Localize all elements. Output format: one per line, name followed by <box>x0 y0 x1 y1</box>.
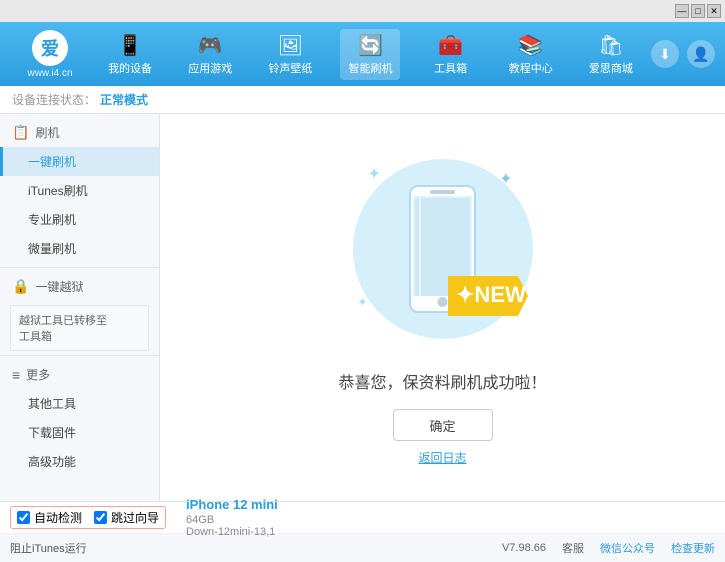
footer-bottom: 阻止iTunes运行 V7.98.66 客服 微信公众号 检查更新 <box>0 534 725 562</box>
jailbreak-warning: 越狱工具已转移至工具箱 <box>10 305 149 351</box>
sidebar-item-one-click-flash[interactable]: 一键刷机 <box>0 147 159 176</box>
micro-flash-label: 微量刷机 <box>28 242 76 256</box>
confirm-button[interactable]: 确定 <box>393 409 493 441</box>
nav-tutorials-label: 教程中心 <box>509 60 553 76</box>
sparkle-1: ✦ <box>368 164 381 184</box>
logo-url: www.i4.cn <box>27 68 72 79</box>
nav-shop-label: 爱思商城 <box>589 60 633 76</box>
status-bar: 设备连接状态： 正常模式 <box>0 86 725 114</box>
sidebar-section-flash[interactable]: 📋 刷机 <box>0 118 159 147</box>
nav-wallpaper[interactable]: 🖼 铃声壁纸 <box>260 29 320 80</box>
sidebar-divider-1 <box>0 267 159 268</box>
nav-wallpaper-label: 铃声壁纸 <box>268 60 312 76</box>
nav-tools[interactable]: 🧰 工具箱 <box>421 29 481 80</box>
other-tools-label: 其他工具 <box>28 397 76 411</box>
apps-games-icon: 🎮 <box>198 33 223 58</box>
nav-my-device-label: 我的设备 <box>108 60 152 76</box>
checkbox-group: 自动检测 跳过向导 <box>10 506 166 529</box>
logo-icon: 爱 <box>32 30 68 66</box>
device-name: iPhone 12 mini <box>186 497 278 512</box>
nav-apps-games[interactable]: 🎮 应用游戏 <box>180 29 240 80</box>
device-system: Down-12mini-13,1 <box>186 526 278 538</box>
sidebar: 📋 刷机 一键刷机 iTunes刷机 专业刷机 微量刷机 🔒 一键越狱 越狱工具… <box>0 114 160 501</box>
warning-text: 越狱工具已转移至工具箱 <box>19 315 107 343</box>
sparkle-2: ✦ <box>499 169 512 189</box>
check-update-link[interactable]: 检查更新 <box>671 540 715 556</box>
skip-wizard-label: 跳过向导 <box>111 509 159 526</box>
footer-top: 自动检测 跳过向导 iPhone 12 mini 64GB Down-12min… <box>0 502 725 534</box>
device-storage: 64GB <box>186 514 278 526</box>
nav-tools-label: 工具箱 <box>434 60 467 76</box>
nav-smart-flash[interactable]: 🔄 智能刷机 <box>340 29 400 80</box>
return-link[interactable]: 返回日志 <box>418 449 466 466</box>
window-controls[interactable]: — □ ✕ <box>675 4 721 18</box>
auto-connect-label: 自动检测 <box>34 509 82 526</box>
more-label: 更多 <box>26 366 50 383</box>
tutorials-icon: 📚 <box>518 33 543 58</box>
pro-flash-label: 专业刷机 <box>28 213 76 227</box>
nav-my-device[interactable]: 📱 我的设备 <box>100 29 160 80</box>
wechat-link[interactable]: 微信公众号 <box>600 540 655 556</box>
my-device-icon: 📱 <box>118 33 143 58</box>
skip-wizard-input[interactable] <box>94 511 107 524</box>
customer-service-link[interactable]: 客服 <box>562 540 584 556</box>
phone-illustration: ✦NEW✦ ✦ ✦ ✦ <box>343 149 543 349</box>
one-click-flash-label: 一键刷机 <box>28 155 76 169</box>
nav-tutorials[interactable]: 📚 教程中心 <box>501 29 561 80</box>
download-firmware-label: 下载固件 <box>28 426 76 440</box>
sidebar-divider-2 <box>0 355 159 356</box>
new-badge: ✦NEW✦ <box>448 266 538 329</box>
sidebar-section-jailbreak[interactable]: 🔒 一键越狱 <box>0 272 159 301</box>
header-actions: ⬇ 👤 <box>651 40 715 68</box>
header: 爱 www.i4.cn 📱 我的设备 🎮 应用游戏 🖼 铃声壁纸 🔄 智能刷机 … <box>0 22 725 86</box>
sidebar-item-other-tools[interactable]: 其他工具 <box>0 389 159 418</box>
svg-text:✦NEW✦: ✦NEW✦ <box>456 282 538 307</box>
success-message: 恭喜您，保资料刷机成功啦！ <box>338 369 546 393</box>
version-text: V7.98.66 <box>502 542 546 554</box>
nav-smart-flash-label: 智能刷机 <box>348 60 392 76</box>
maximize-button[interactable]: □ <box>691 4 705 18</box>
jailbreak-label: 一键越狱 <box>35 278 83 295</box>
title-bar: — □ ✕ <box>0 0 725 22</box>
nav-shop[interactable]: 🛍 爱思商城 <box>581 29 641 80</box>
skip-wizard-checkbox[interactable]: 跳过向导 <box>94 509 159 526</box>
smart-flash-icon: 🔄 <box>358 33 383 58</box>
nav-bar: 📱 我的设备 🎮 应用游戏 🖼 铃声壁纸 🔄 智能刷机 🧰 工具箱 📚 教程中心… <box>90 29 651 80</box>
sidebar-item-advanced[interactable]: 高级功能 <box>0 447 159 476</box>
content-area: ✦NEW✦ ✦ ✦ ✦ 恭喜您，保资料刷机成功啦！ 确定 返回日志 <box>160 114 725 501</box>
flash-section-icon: 📋 <box>12 124 29 141</box>
auto-connect-input[interactable] <box>17 511 30 524</box>
more-icon: ≡ <box>12 367 20 383</box>
jailbreak-icon: 🔒 <box>12 278 29 295</box>
sidebar-item-pro-flash[interactable]: 专业刷机 <box>0 205 159 234</box>
wallpaper-icon: 🖼 <box>278 33 303 58</box>
logo[interactable]: 爱 www.i4.cn <box>10 30 90 79</box>
download-button[interactable]: ⬇ <box>651 40 679 68</box>
status-label: 设备连接状态： <box>12 91 96 108</box>
advanced-label: 高级功能 <box>28 455 76 469</box>
tools-icon: 🧰 <box>438 33 463 58</box>
sidebar-item-download-firmware[interactable]: 下载固件 <box>0 418 159 447</box>
sidebar-section-more[interactable]: ≡ 更多 <box>0 360 159 389</box>
itunes-flash-label: iTunes刷机 <box>28 184 88 198</box>
nav-apps-games-label: 应用游戏 <box>188 60 232 76</box>
sidebar-item-micro-flash[interactable]: 微量刷机 <box>0 234 159 263</box>
auto-connect-checkbox[interactable]: 自动检测 <box>17 509 82 526</box>
full-footer: 自动检测 跳过向导 iPhone 12 mini 64GB Down-12min… <box>0 501 725 561</box>
main-layout: 📋 刷机 一键刷机 iTunes刷机 专业刷机 微量刷机 🔒 一键越狱 越狱工具… <box>0 114 725 501</box>
close-button[interactable]: ✕ <box>707 4 721 18</box>
sidebar-item-itunes-flash[interactable]: iTunes刷机 <box>0 176 159 205</box>
minimize-button[interactable]: — <box>675 4 689 18</box>
status-value: 正常模式 <box>100 91 148 108</box>
device-info: iPhone 12 mini 64GB Down-12mini-13,1 <box>186 497 278 538</box>
itunes-toggle[interactable]: 阻止iTunes运行 <box>10 540 87 556</box>
shop-icon: 🛍 <box>598 33 623 58</box>
user-button[interactable]: 👤 <box>687 40 715 68</box>
flash-section-label: 刷机 <box>35 124 59 141</box>
sparkle-3: ✦ <box>358 295 368 309</box>
